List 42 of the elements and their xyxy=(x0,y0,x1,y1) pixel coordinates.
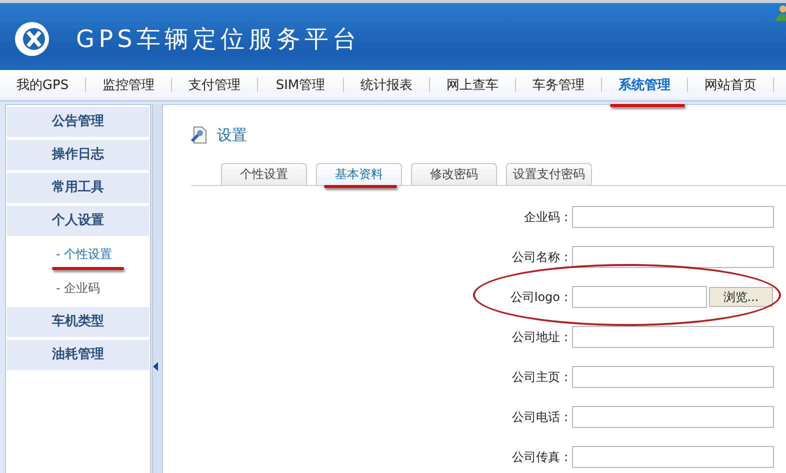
menu-item[interactable]: - 个性设置 xyxy=(6,239,150,270)
nav-tab[interactable]: 监控管理 xyxy=(86,72,171,98)
collapse-icon[interactable] xyxy=(153,362,158,371)
nav-tab[interactable]: 支付管理 xyxy=(172,72,257,98)
panel-title: 设置 xyxy=(217,126,247,144)
field-label: 企业码： xyxy=(523,208,572,226)
tab[interactable]: 设置支付密码 xyxy=(506,163,592,185)
nav-tab[interactable]: 统计报表 xyxy=(344,72,429,98)
field-label: 公司名称： xyxy=(511,248,572,266)
field-label: 公司传真： xyxy=(511,448,572,466)
nav-tab[interactable]: 车务管理 xyxy=(516,72,601,98)
app-title: GPS车辆定位服务平台 xyxy=(76,24,360,55)
input-field[interactable] xyxy=(572,246,774,268)
nav-tab[interactable]: 网上查车 xyxy=(430,72,515,98)
menu-group[interactable]: 常用工具 xyxy=(7,173,149,203)
nav-tab[interactable]: 网站首页 xyxy=(688,72,773,98)
input-field[interactable] xyxy=(572,366,774,388)
input-field[interactable] xyxy=(572,446,774,468)
logo-icon xyxy=(14,21,50,57)
input-field[interactable] xyxy=(572,326,774,348)
tab[interactable]: 个性设置 xyxy=(221,163,307,185)
tab[interactable]: 基本资料 xyxy=(316,163,402,185)
nav-tab[interactable]: 系统管理 xyxy=(602,72,687,98)
menu-group[interactable]: 个人设置 xyxy=(7,206,149,236)
menu-group[interactable]: 车机类型 xyxy=(7,307,149,337)
nav-tab[interactable]: SIM管理 xyxy=(258,72,343,98)
file-path-field[interactable] xyxy=(572,286,707,308)
input-field[interactable] xyxy=(572,406,774,428)
nav-tab[interactable]: 我的GPS xyxy=(0,72,85,98)
browse-button[interactable]: 浏览... xyxy=(709,287,773,307)
tab[interactable]: 修改密码 xyxy=(411,163,497,185)
field-label: 公司主页： xyxy=(511,368,572,386)
field-label: 公司logo： xyxy=(509,288,572,306)
menu-group[interactable]: 公告管理 xyxy=(7,107,149,137)
wrench-icon xyxy=(191,126,207,144)
menu-group[interactable]: 油耗管理 xyxy=(7,340,149,370)
field-label: 公司地址： xyxy=(511,328,572,346)
user-icon[interactable] xyxy=(775,5,786,21)
menu-group[interactable]: 操作日志 xyxy=(7,140,149,170)
input-field[interactable] xyxy=(572,206,774,228)
menu-item[interactable]: - 企业码 xyxy=(6,273,150,304)
field-label: 公司电话： xyxy=(511,408,572,426)
